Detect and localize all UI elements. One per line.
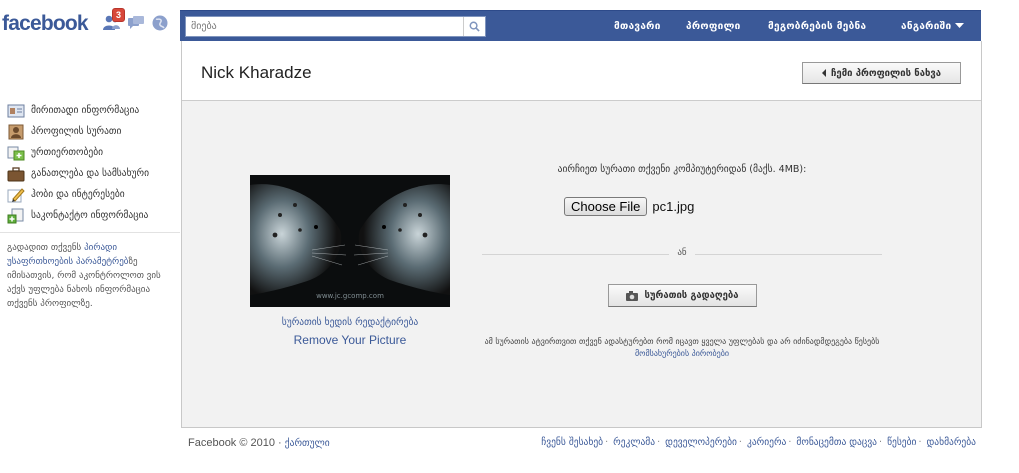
terms-of-service-link[interactable]: მომსახურების პირობები — [635, 349, 729, 358]
arrow-left-icon — [822, 69, 827, 77]
footer-link-about[interactable]: ჩვენს შესახებ — [541, 437, 603, 448]
sidebar-item-label: განათლება და სამსახური — [31, 168, 149, 179]
page-title: Nick Kharadze — [201, 63, 312, 82]
relationship-icon — [7, 146, 25, 160]
footer-link-developers[interactable]: დეველოპერები — [665, 437, 737, 448]
sidebar-item-contact-info[interactable]: საკონტაქტო ინფორმაცია — [0, 205, 180, 226]
sidebar-item-label: საკონტაქტო ინფორმაცია — [31, 210, 149, 221]
search-box — [185, 16, 486, 37]
or-label: ან — [669, 248, 695, 258]
search-input[interactable] — [186, 17, 462, 36]
notifications-globe-icon[interactable] — [151, 14, 171, 34]
sidebar-item-education-work[interactable]: განათლება და სამსახური — [0, 163, 180, 184]
upload-instruction: აირჩიეთ სურათი თქვენი კომპიუტერიდან (მაქ… — [557, 164, 807, 175]
upload-terms-notice: ამ სურათის ატვირთვით თქვენ ადასტურებთ რო… — [482, 336, 882, 360]
footer-link-help[interactable]: დახმარება — [927, 437, 976, 448]
nav-profile-link[interactable]: პროფილი — [686, 21, 741, 32]
nav-profile[interactable]: პროფილი — [686, 11, 741, 41]
nav-account-link[interactable]: ანგარიში — [901, 21, 951, 32]
footer-link-privacy[interactable]: მონაცემთა დაცვა — [796, 437, 877, 448]
privacy-note-text: გადადით თქვენს — [7, 243, 85, 253]
profile-photo: www.jc.gcomp.com — [250, 175, 450, 307]
file-upload-row: Choose File pc1.jpg — [564, 197, 694, 216]
friend-requests-icon[interactable]: 3 — [102, 8, 126, 34]
view-my-profile-button[interactable]: ჩემი პროფილის ნახვა — [802, 62, 961, 84]
take-photo-button[interactable]: სურათის გადაღება — [608, 284, 757, 307]
portrait-icon — [8, 124, 24, 139]
footer-link-advertising[interactable]: რეკლამა — [613, 437, 655, 448]
footer-link-terms[interactable]: წესები — [887, 437, 916, 448]
sidebar-item-label: მირითადი ინფორმაცია — [31, 105, 140, 116]
sidebar-item-profile-picture[interactable]: პროფილის სურათი — [0, 121, 180, 142]
nav-home-link[interactable]: მთავარი — [614, 21, 661, 32]
edit-thumbnail-link[interactable]: სურათის ხედის რედაქტირება — [250, 317, 450, 328]
search-button[interactable] — [463, 17, 485, 36]
notification-badge: 3 — [112, 8, 126, 22]
nav-find-friends-link[interactable]: მეგობრების მებნა — [768, 21, 866, 32]
top-bar: facebook 3 მიება მთავარი პროფილი მეგობრე… — [0, 0, 1019, 41]
briefcase-icon — [7, 166, 25, 181]
remove-picture-link[interactable]: Remove Your Picture — [250, 333, 450, 347]
copyright-text: Facebook © 2010 · — [188, 437, 285, 449]
privacy-note: გადადით თქვენს პირადი უსაფრთხოების პარამ… — [0, 233, 175, 311]
sidebar-item-label: პროფილის სურათი — [31, 126, 122, 137]
contact-icon — [7, 208, 24, 223]
footer-links: ჩვენს შესახებ · რეკლამა · დეველოპერები · კა… — [541, 437, 976, 448]
sidebar-item-relationships[interactable]: ურთიერთობები — [0, 142, 180, 163]
sidebar-item-likes-interests[interactable]: ჰობი და ინტერესები — [0, 184, 180, 205]
chevron-down-icon — [955, 23, 965, 28]
take-photo-label: სურათის გადაღება — [644, 290, 739, 301]
profile-edit-sidebar: მირითადი ინფორმაცია პროფილის სურათი ურთი… — [0, 100, 180, 311]
footer-copyright: Facebook © 2010 · ქართული — [188, 437, 330, 449]
search-icon — [469, 21, 480, 32]
nav-account[interactable]: ანგარიში — [901, 11, 965, 41]
upload-terms-text: ამ სურათის ატვირთვით თქვენ ადასტურებთ რო… — [484, 337, 880, 346]
sidebar-item-label: ჰობი და ინტერესები — [31, 189, 125, 200]
messages-icon[interactable] — [127, 14, 147, 34]
panel-header: Nick Kharadze ჩემი პროფილის ნახვა — [182, 41, 981, 101]
profile-picture-panel: Nick Kharadze ჩემი პროფილის ნახვა www.jc… — [181, 41, 982, 428]
camera-icon — [626, 290, 639, 301]
facebook-logo[interactable]: facebook — [2, 12, 89, 36]
nav-home[interactable]: მთავარი — [614, 11, 661, 41]
photo-watermark: www.jc.gcomp.com — [316, 292, 384, 300]
id-card-icon — [7, 104, 25, 117]
sidebar-item-label: ურთიერთობები — [31, 147, 104, 158]
sidebar-item-basic-info[interactable]: მირითადი ინფორმაცია — [0, 100, 180, 121]
nav-find-friends[interactable]: მეგობრების მებნა — [768, 11, 866, 41]
view-my-profile-label: ჩემი პროფილის ნახვა — [831, 67, 941, 79]
footer-link-careers[interactable]: კარიერა — [747, 437, 786, 448]
pencil-icon — [7, 187, 25, 202]
choose-file-button[interactable]: Choose File — [564, 197, 648, 216]
language-link[interactable]: ქართული — [285, 438, 330, 449]
selected-file-name: pc1.jpg — [652, 199, 695, 214]
